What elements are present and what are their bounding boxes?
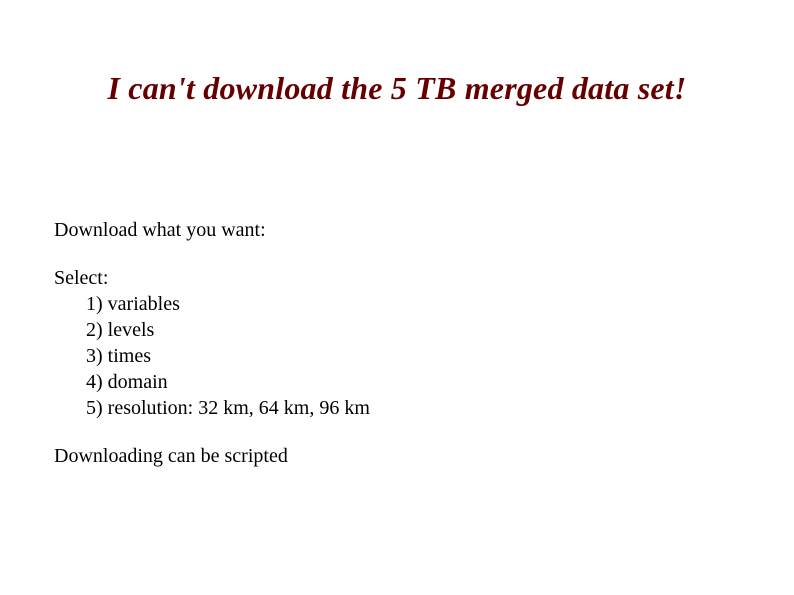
list-item: 5) resolution: 32 km, 64 km, 96 km xyxy=(86,395,740,421)
intro-text: Download what you want: xyxy=(54,217,740,243)
select-label: Select: xyxy=(54,265,740,291)
slide-container: I can't download the 5 TB merged data se… xyxy=(0,0,794,469)
list-item: 2) levels xyxy=(86,317,740,343)
list-item: 4) domain xyxy=(86,369,740,395)
list-item: 1) variables xyxy=(86,291,740,317)
slide-body: Download what you want: Select: 1) varia… xyxy=(54,217,740,469)
footer-text: Downloading can be scripted xyxy=(54,443,740,469)
list-item: 3) times xyxy=(86,343,740,369)
select-list: 1) variables 2) levels 3) times 4) domai… xyxy=(54,291,740,421)
slide-title: I can't download the 5 TB merged data se… xyxy=(54,70,740,107)
